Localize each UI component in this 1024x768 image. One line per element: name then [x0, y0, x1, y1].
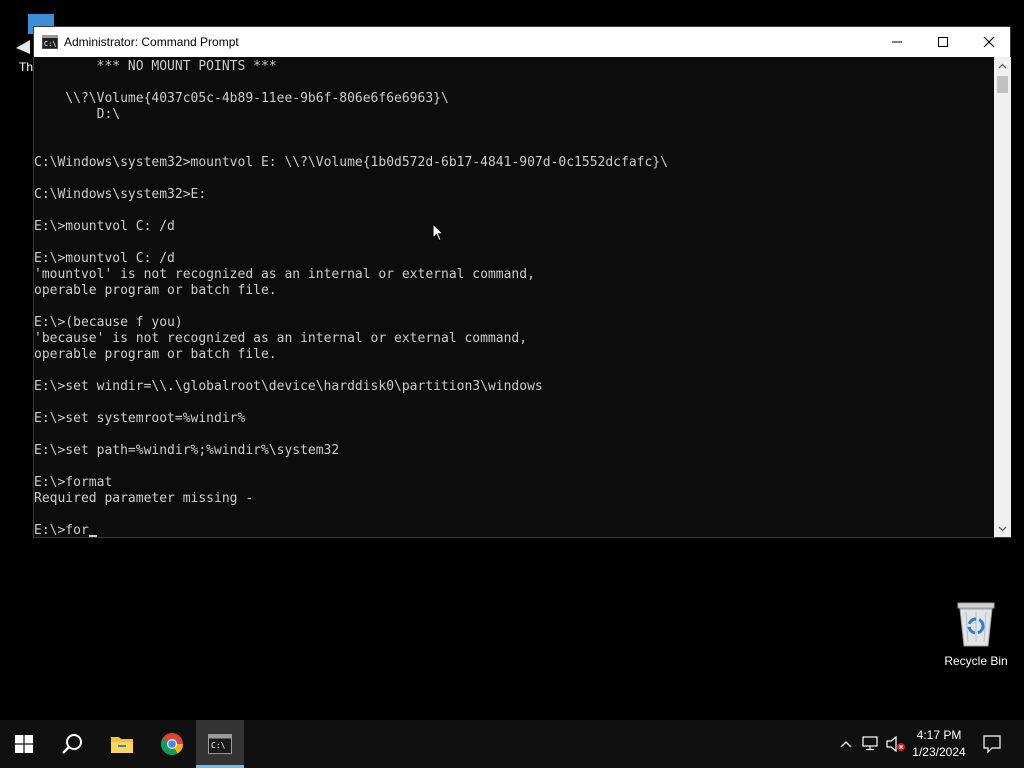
console-output[interactable]: *** NO MOUNT POINTS *** \\?\Volume{4037c… [34, 57, 994, 537]
taskbar-command-prompt[interactable]: C:\ [196, 720, 244, 768]
clock[interactable]: 4:17 PM 1/23/2024 [908, 720, 970, 768]
svg-text:C:\: C:\ [44, 40, 57, 48]
console-line: E:\>set windir=\\.\globalroot\device\har… [34, 379, 543, 394]
vertical-scrollbar[interactable] [994, 57, 1011, 537]
window-title: Administrator: Command Prompt [64, 35, 239, 49]
console-line: C:\Windows\system32>E: [34, 187, 207, 202]
search-icon [62, 734, 82, 754]
console-line: 'because' is not recognized as an intern… [34, 331, 528, 346]
console-line: Required parameter missing - [34, 491, 254, 506]
console-input-line[interactable]: E:\>for [34, 523, 994, 537]
chevron-down-icon [998, 526, 1007, 531]
title-bar[interactable]: C:\ Administrator: Command Prompt [34, 27, 1010, 57]
chevron-up-icon [840, 741, 852, 748]
close-button[interactable] [966, 27, 1012, 57]
svg-text:C:\: C:\ [211, 741, 226, 750]
mouse-pointer-icon [432, 223, 444, 242]
console-prompt-text: E:\>for [34, 523, 89, 537]
network-status-button[interactable] [860, 720, 882, 768]
command-prompt-icon: C:\ [208, 734, 232, 754]
console-line: E:\>set systemroot=%windir% [34, 411, 246, 426]
search-button[interactable] [48, 720, 96, 768]
desktop-icon-label: Recycle Bin [944, 654, 1008, 668]
close-icon [983, 36, 995, 48]
console-line: C:\Windows\system32>mountvol E: \\?\Volu… [34, 155, 668, 170]
chevron-up-icon [998, 63, 1007, 68]
start-button[interactable] [0, 720, 48, 768]
volume-muted-icon [886, 736, 905, 752]
clock-date: 1/23/2024 [912, 745, 966, 759]
desktop: Thi Recycle Bin C:\ Administrator: Comma… [0, 0, 1024, 720]
windows-start-icon [15, 735, 33, 753]
console-line: D:\ [34, 107, 121, 122]
notifications-icon [983, 735, 1001, 753]
minimize-button[interactable] [874, 27, 920, 57]
taskbar-file-explorer[interactable] [98, 720, 146, 768]
chrome-icon [161, 733, 183, 755]
console-line: E:\>(because f you) [34, 315, 183, 330]
scroll-down-button[interactable] [994, 520, 1011, 537]
console-line: E:\>mountvol C: /d [34, 219, 175, 234]
text-cursor [88, 535, 97, 537]
taskbar-chrome[interactable] [148, 720, 196, 768]
scroll-up-button[interactable] [994, 57, 1011, 74]
cmd-icon: C:\ [42, 35, 58, 49]
console-line: E:\>format [34, 475, 113, 490]
recycle-bin-icon [957, 602, 995, 647]
console-line: E:\>mountvol C: /d [34, 251, 175, 266]
console-line: E:\>set path=%windir%;%windir%\system32 [34, 443, 340, 458]
volume-button[interactable] [884, 720, 908, 768]
show-hidden-icons-button[interactable] [836, 720, 856, 768]
maximize-icon [938, 37, 948, 47]
minimize-icon [892, 41, 902, 43]
desktop-icon-recycle-bin[interactable]: Recycle Bin [940, 600, 1012, 668]
action-center-button[interactable] [978, 720, 1006, 768]
clock-time: 4:17 PM [916, 728, 962, 742]
console-line: operable program or batch file. [34, 347, 277, 362]
maximize-button[interactable] [920, 27, 966, 57]
taskbar: C:\ 4:17 PM 1/23/2024 [0, 720, 1024, 768]
scroll-thumb[interactable] [997, 76, 1008, 93]
console-line: *** NO MOUNT POINTS *** [34, 59, 277, 74]
command-prompt-window[interactable]: C:\ Administrator: Command Prompt *** NO… [33, 26, 1011, 538]
console-line: \\?\Volume{4037c05c-4b89-11ee-9b6f-806e6… [34, 91, 449, 106]
console-line: operable program or batch file. [34, 283, 277, 298]
file-explorer-icon [111, 737, 133, 753]
network-icon [862, 736, 878, 751]
console-line: 'mountvol' is not recognized as an inter… [34, 267, 535, 282]
